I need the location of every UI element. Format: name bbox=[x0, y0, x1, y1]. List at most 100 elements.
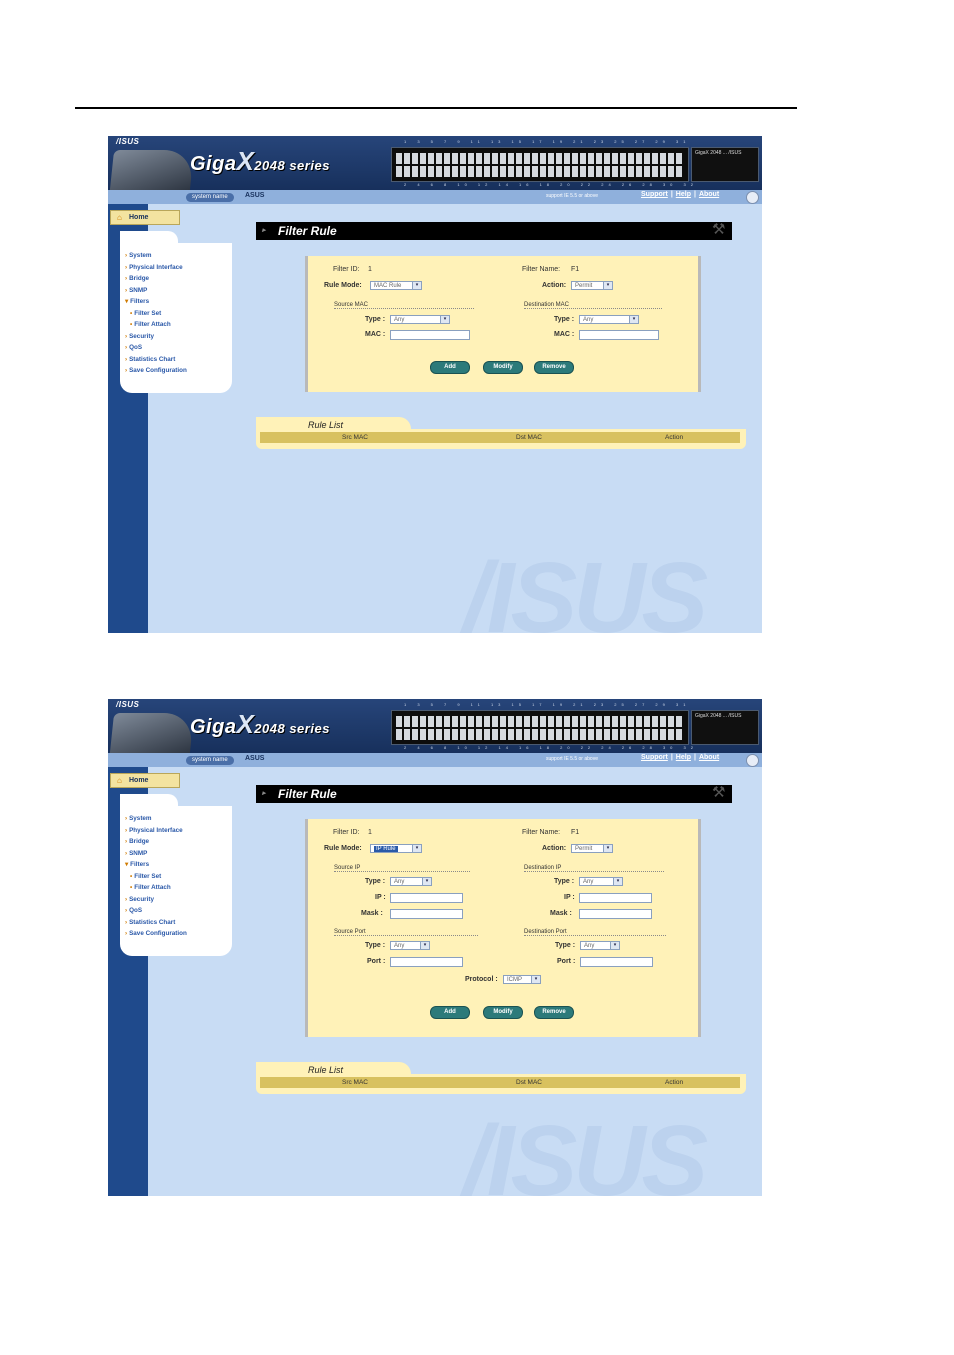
about-link[interactable]: About bbox=[699, 754, 719, 761]
rule-list-header: Src MAC Dst MAC Action bbox=[260, 432, 740, 443]
sidebar-item-filters[interactable]: ▾ Filters bbox=[125, 859, 187, 871]
rule-mode-label: Rule Mode: bbox=[324, 845, 362, 852]
filter-name-label: Filter Name: bbox=[522, 829, 561, 836]
modify-button[interactable]: Modify bbox=[483, 361, 523, 374]
sidebar-item-qos[interactable]: › QoS bbox=[125, 342, 187, 354]
remove-button[interactable]: Remove bbox=[534, 361, 574, 374]
add-button[interactable]: Add bbox=[430, 1006, 470, 1019]
source-ip-type-select[interactable]: Any ▾ bbox=[390, 877, 432, 886]
sidebar-item-physical-interface[interactable]: › Physical Interface bbox=[125, 825, 187, 837]
asus-logo: /ISUS bbox=[116, 137, 140, 146]
sidebar-item-statistics-chart[interactable]: › Statistics Chart bbox=[125, 917, 187, 929]
sidebar-item-save-configuration[interactable]: › Save Configuration bbox=[125, 928, 187, 940]
source-type-select[interactable]: Any ▾ bbox=[390, 315, 450, 324]
filter-name-value: F1 bbox=[571, 266, 580, 273]
source-port-label: Port : bbox=[367, 958, 386, 965]
sidebar-menu: › System › Physical Interface › Bridge › SNM… bbox=[120, 231, 232, 393]
dest-port-type-select[interactable]: Any ▾ bbox=[580, 941, 620, 950]
destination-port-section: Destination Port bbox=[524, 929, 666, 936]
filter-rule-ip-screenshot: /ISUS GigaX2048 series 1 3 5 7 9 11 13 1… bbox=[108, 699, 762, 1196]
support-link[interactable]: Support bbox=[641, 191, 668, 198]
page-title: ▸ Filter Rule bbox=[256, 222, 732, 240]
sidebar-item-security[interactable]: › Security bbox=[125, 331, 187, 343]
power-knob-icon[interactable] bbox=[746, 754, 759, 767]
source-mac-section: Source MAC bbox=[334, 302, 474, 309]
col-dst-mac: Dst MAC bbox=[516, 434, 542, 441]
sidebar-item-save-configuration[interactable]: › Save Configuration bbox=[125, 365, 187, 377]
sidebar-item-physical-interface[interactable]: › Physical Interface bbox=[125, 262, 187, 274]
help-link[interactable]: Help bbox=[676, 191, 691, 198]
home-icon: ⌂ bbox=[117, 776, 122, 785]
remove-button[interactable]: Remove bbox=[534, 1006, 574, 1019]
source-mac-label: MAC : bbox=[365, 331, 386, 338]
dest-type-select[interactable]: Any ▾ bbox=[579, 315, 639, 324]
source-port-type-select[interactable]: Any ▾ bbox=[390, 941, 430, 950]
source-ip-section: Source IP bbox=[334, 865, 470, 872]
sidebar-item-security[interactable]: › Security bbox=[125, 894, 187, 906]
source-ip-label: IP : bbox=[375, 894, 386, 901]
dest-ip-input[interactable] bbox=[579, 893, 652, 903]
rule-mode-select[interactable]: MAC Rule ▾ bbox=[370, 281, 422, 290]
sidebar-item-filter-set[interactable]: • Filter Set bbox=[125, 308, 187, 320]
support-note: support IE 5.5 or above bbox=[546, 193, 598, 199]
power-knob-icon[interactable] bbox=[746, 191, 759, 204]
modify-button[interactable]: Modify bbox=[483, 1006, 523, 1019]
protocol-select[interactable]: ICMP ▾ bbox=[503, 975, 541, 984]
dest-type-label: Type : bbox=[554, 316, 575, 323]
dest-ip-type-label: Type : bbox=[554, 878, 575, 885]
source-mask-input[interactable] bbox=[390, 909, 463, 919]
product-name: GigaX2048 series bbox=[190, 146, 330, 176]
sidebar-item-system[interactable]: › System bbox=[125, 250, 187, 262]
rule-mode-select[interactable]: IP Rule ▾ bbox=[370, 844, 422, 853]
sidebar-item-filter-set[interactable]: • Filter Set bbox=[125, 871, 187, 883]
sidebar-item-bridge[interactable]: › Bridge bbox=[125, 836, 187, 848]
source-type-label: Type : bbox=[365, 316, 386, 323]
product-name: GigaX2048 series bbox=[190, 709, 330, 739]
dest-ip-type-select[interactable]: Any ▾ bbox=[579, 877, 623, 886]
port-numbers-odd: 1 3 5 7 9 11 13 15 17 19 21 23 25 27 29 … bbox=[404, 139, 694, 144]
home-tab[interactable]: ⌂ Home bbox=[110, 210, 180, 225]
rule-list-table: Src MAC Dst MAC Action bbox=[256, 429, 746, 449]
dest-mask-input[interactable] bbox=[579, 909, 652, 919]
action-select[interactable]: Permit ▾ bbox=[571, 281, 613, 290]
dest-mac-label: MAC : bbox=[554, 331, 575, 338]
col-dst-mac: Dst MAC bbox=[516, 1079, 542, 1086]
source-port-input[interactable] bbox=[390, 957, 463, 967]
source-ip-input[interactable] bbox=[390, 893, 463, 903]
page-title: ▸ Filter Rule bbox=[256, 785, 732, 803]
sidebar-item-snmp[interactable]: › SNMP bbox=[125, 285, 187, 297]
add-button[interactable]: Add bbox=[430, 361, 470, 374]
home-icon: ⌂ bbox=[117, 213, 122, 222]
protocol-label: Protocol : bbox=[465, 976, 498, 983]
action-label: Action: bbox=[542, 282, 567, 289]
asus-watermark: /ISUS bbox=[463, 542, 708, 633]
source-port-section: Source Port bbox=[334, 929, 478, 936]
dest-port-input[interactable] bbox=[580, 957, 653, 967]
home-tab[interactable]: ⌂ Home bbox=[110, 773, 180, 788]
asus-logo: /ISUS bbox=[116, 700, 140, 709]
sidebar-item-qos[interactable]: › QoS bbox=[125, 905, 187, 917]
header-links: Support | Help | About bbox=[641, 191, 720, 198]
sidebar-item-filters[interactable]: ▾ Filters bbox=[125, 296, 187, 308]
sidebar-item-statistics-chart[interactable]: › Statistics Chart bbox=[125, 354, 187, 366]
sidebar-item-filter-attach[interactable]: • Filter Attach bbox=[125, 882, 187, 894]
filter-id-value: 1 bbox=[368, 266, 372, 273]
filter-rule-form: Filter ID: 1 Filter Name: F1 Rule Mode: … bbox=[305, 819, 701, 1037]
dest-mask-label: Mask : bbox=[550, 910, 572, 917]
dest-mac-input[interactable] bbox=[579, 330, 659, 340]
help-link[interactable]: Help bbox=[676, 754, 691, 761]
filter-id-label: Filter ID: bbox=[333, 829, 360, 836]
support-link[interactable]: Support bbox=[641, 754, 668, 761]
sidebar-item-bridge[interactable]: › Bridge bbox=[125, 273, 187, 285]
source-mask-label: Mask : bbox=[361, 910, 383, 917]
filter-id-value: 1 bbox=[368, 829, 372, 836]
sidebar-item-filter-attach[interactable]: • Filter Attach bbox=[125, 319, 187, 331]
col-src-mac: Src MAC bbox=[342, 434, 368, 441]
source-mac-input[interactable] bbox=[390, 330, 470, 340]
port-panel bbox=[391, 710, 689, 745]
about-link[interactable]: About bbox=[699, 191, 719, 198]
filter-name-label: Filter Name: bbox=[522, 266, 561, 273]
sidebar-item-snmp[interactable]: › SNMP bbox=[125, 848, 187, 860]
sidebar-item-system[interactable]: › System bbox=[125, 813, 187, 825]
action-select[interactable]: Permit ▾ bbox=[571, 844, 613, 853]
